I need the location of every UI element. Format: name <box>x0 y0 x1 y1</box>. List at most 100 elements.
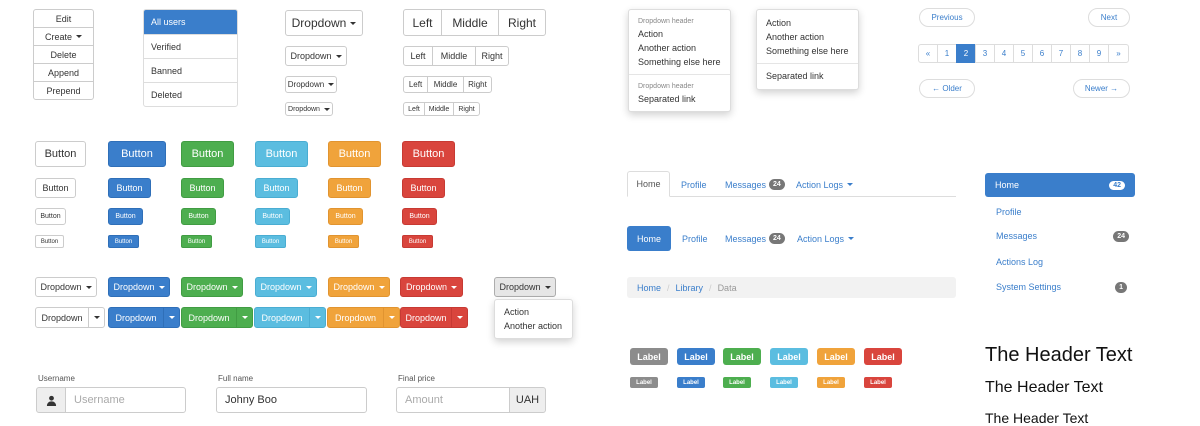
right-button[interactable]: Right <box>475 46 509 66</box>
breadcrumb-home[interactable]: Home <box>637 283 661 293</box>
default-dropdown-button[interactable]: Dropdown <box>35 277 97 297</box>
left-button[interactable]: Left <box>403 46 433 66</box>
default-button[interactable]: Button <box>35 208 66 225</box>
middle-button[interactable]: Middle <box>432 46 476 66</box>
menu-item-separated-link[interactable]: Separated link <box>757 69 858 83</box>
info-split-main-button[interactable]: Dropdown <box>254 307 310 328</box>
dropdown-button-xs[interactable]: Dropdown <box>285 102 333 116</box>
success-button[interactable]: Button <box>181 141 234 167</box>
middle-button[interactable]: Middle <box>424 102 454 116</box>
price-input[interactable]: Amount <box>396 387 510 413</box>
primary-split-main-button[interactable]: Dropdown <box>108 307 164 328</box>
pager-previous[interactable]: Previous <box>919 8 975 27</box>
pagination-page-active[interactable]: 2 <box>956 44 976 63</box>
side-nav-system-settings[interactable]: System Settings 1 <box>985 280 1135 294</box>
warning-button[interactable]: Button <box>328 141 381 167</box>
username-input[interactable]: Username <box>65 387 186 413</box>
success-button[interactable]: Button <box>181 178 224 198</box>
danger-button[interactable]: Button <box>402 235 433 248</box>
danger-button[interactable]: Button <box>402 178 445 198</box>
pagination-page[interactable]: 8 <box>1070 44 1090 63</box>
side-nav-home[interactable]: Home 42 <box>985 173 1135 197</box>
pagination-page[interactable]: 3 <box>975 44 995 63</box>
pagination-next[interactable]: » <box>1108 44 1129 63</box>
menu-item-another-action[interactable]: Another action <box>495 319 572 333</box>
pagination-page[interactable]: 7 <box>1051 44 1071 63</box>
primary-button[interactable]: Button <box>108 235 139 248</box>
success-button[interactable]: Button <box>181 208 216 225</box>
warning-dropdown-button[interactable]: Dropdown <box>328 277 390 297</box>
success-button[interactable]: Button <box>181 235 212 248</box>
warning-split-toggle-button[interactable] <box>383 307 400 328</box>
list-item-verified[interactable]: Verified <box>144 34 237 58</box>
left-button[interactable]: Left <box>403 9 442 36</box>
delete-button[interactable]: Delete <box>33 45 94 64</box>
info-button[interactable]: Button <box>255 235 286 248</box>
side-nav-profile[interactable]: Profile <box>985 205 1135 219</box>
menu-item-another-action[interactable]: Another action <box>629 41 730 55</box>
info-button[interactable]: Button <box>255 141 308 167</box>
right-button[interactable]: Right <box>498 9 546 36</box>
success-split-toggle-button[interactable] <box>236 307 253 328</box>
info-button[interactable]: Button <box>255 178 298 198</box>
pill-action-logs[interactable]: Action Logs <box>797 232 855 245</box>
prepend-button[interactable]: Prepend <box>33 81 94 100</box>
tab-profile[interactable]: Profile <box>681 178 707 191</box>
pagination-page[interactable]: 4 <box>994 44 1014 63</box>
info-dropdown-button[interactable]: Dropdown <box>255 277 317 297</box>
left-button[interactable]: Left <box>403 76 428 93</box>
danger-split-main-button[interactable]: Dropdown <box>400 307 452 328</box>
dropdown-button-md[interactable]: Dropdown <box>285 46 347 66</box>
primary-split-toggle-button[interactable] <box>163 307 180 328</box>
info-split-toggle-button[interactable] <box>309 307 326 328</box>
right-button[interactable]: Right <box>463 76 492 93</box>
side-nav-messages[interactable]: Messages 24 <box>985 229 1135 243</box>
pagination-page[interactable]: 5 <box>1013 44 1033 63</box>
create-button[interactable]: Create <box>33 27 94 46</box>
list-item-banned[interactable]: Banned <box>144 58 237 82</box>
pagination-page[interactable]: 9 <box>1089 44 1109 63</box>
menu-item-something-else[interactable]: Something else here <box>757 44 858 58</box>
list-item-all-users[interactable]: All users <box>144 10 237 34</box>
fullname-input[interactable]: Johny Boo <box>216 387 367 413</box>
middle-button[interactable]: Middle <box>441 9 499 36</box>
pager-older[interactable]: ← Older <box>919 79 975 98</box>
pager-next[interactable]: Next <box>1088 8 1130 27</box>
list-item-deleted[interactable]: Deleted <box>144 82 237 106</box>
right-button[interactable]: Right <box>453 102 480 116</box>
info-button[interactable]: Button <box>255 208 290 225</box>
tab-messages[interactable]: Messages 24 <box>725 178 785 191</box>
warning-button[interactable]: Button <box>328 235 359 248</box>
pagination-prev[interactable]: « <box>918 44 938 63</box>
left-button[interactable]: Left <box>403 102 425 116</box>
dropdown-button-open[interactable]: Dropdown <box>494 277 556 297</box>
warning-button[interactable]: Button <box>328 208 363 225</box>
warning-split-main-button[interactable]: Dropdown <box>327 307 384 328</box>
menu-item-separated-link[interactable]: Separated link <box>629 92 730 106</box>
dropdown-button-sm[interactable]: Dropdown <box>285 76 337 93</box>
pill-messages[interactable]: Messages 24 <box>725 232 785 245</box>
default-button[interactable]: Button <box>35 235 64 248</box>
tab-home[interactable]: Home <box>627 171 670 197</box>
breadcrumb-library[interactable]: Library <box>676 283 704 293</box>
menu-item-action[interactable]: Action <box>495 305 572 319</box>
menu-item-action[interactable]: Action <box>629 27 730 41</box>
default-button[interactable]: Button <box>35 178 76 198</box>
danger-button[interactable]: Button <box>402 141 455 167</box>
danger-split-toggle-button[interactable] <box>451 307 468 328</box>
side-nav-actions-log[interactable]: Actions Log <box>985 255 1135 269</box>
append-button[interactable]: Append <box>33 63 94 82</box>
primary-button[interactable]: Button <box>108 208 143 225</box>
success-split-main-button[interactable]: Dropdown <box>181 307 237 328</box>
middle-button[interactable]: Middle <box>427 76 464 93</box>
pill-home[interactable]: Home <box>627 226 671 251</box>
primary-dropdown-button[interactable]: Dropdown <box>108 277 170 297</box>
default-split-main-button[interactable]: Dropdown <box>35 307 89 328</box>
pager-newer[interactable]: Newer → <box>1073 79 1130 98</box>
warning-button[interactable]: Button <box>328 178 371 198</box>
danger-button[interactable]: Button <box>402 208 437 225</box>
pill-profile[interactable]: Profile <box>682 232 708 245</box>
danger-dropdown-button[interactable]: Dropdown <box>400 277 463 297</box>
success-dropdown-button[interactable]: Dropdown <box>181 277 243 297</box>
primary-button[interactable]: Button <box>108 141 166 167</box>
